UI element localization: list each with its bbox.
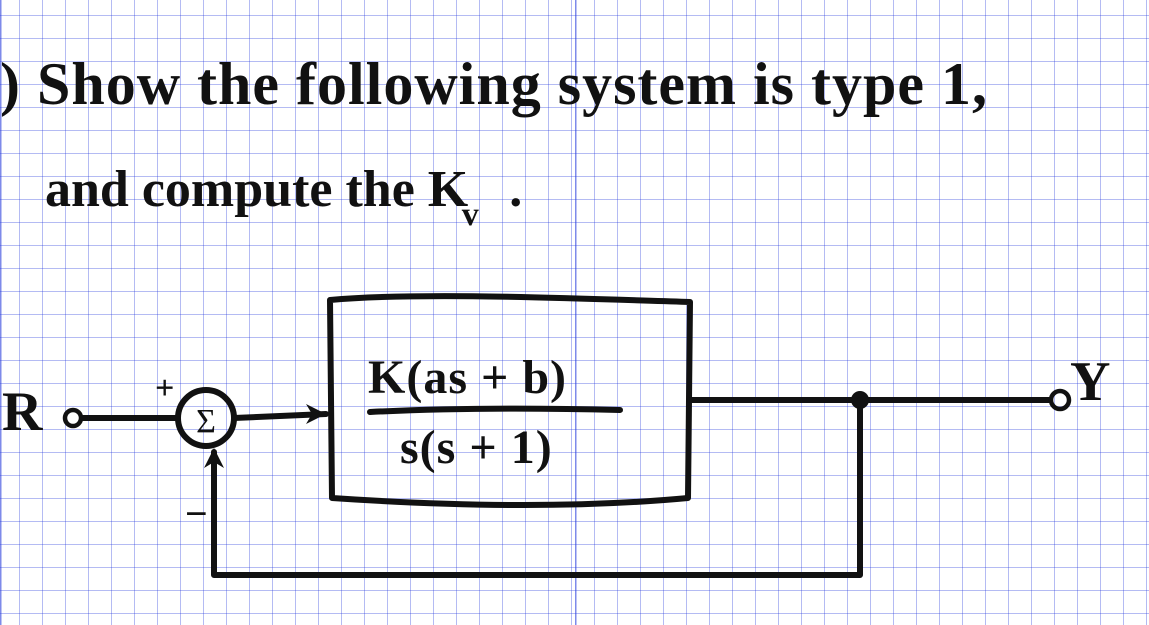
sum-glyph: Σ <box>196 403 216 440</box>
block-diagram: Σ <box>0 0 1149 625</box>
feedback-wire <box>214 400 860 575</box>
transfer-function-block <box>330 296 690 505</box>
output-node-icon <box>1051 391 1069 409</box>
input-node-icon <box>65 410 81 426</box>
fraction-bar <box>370 409 620 412</box>
